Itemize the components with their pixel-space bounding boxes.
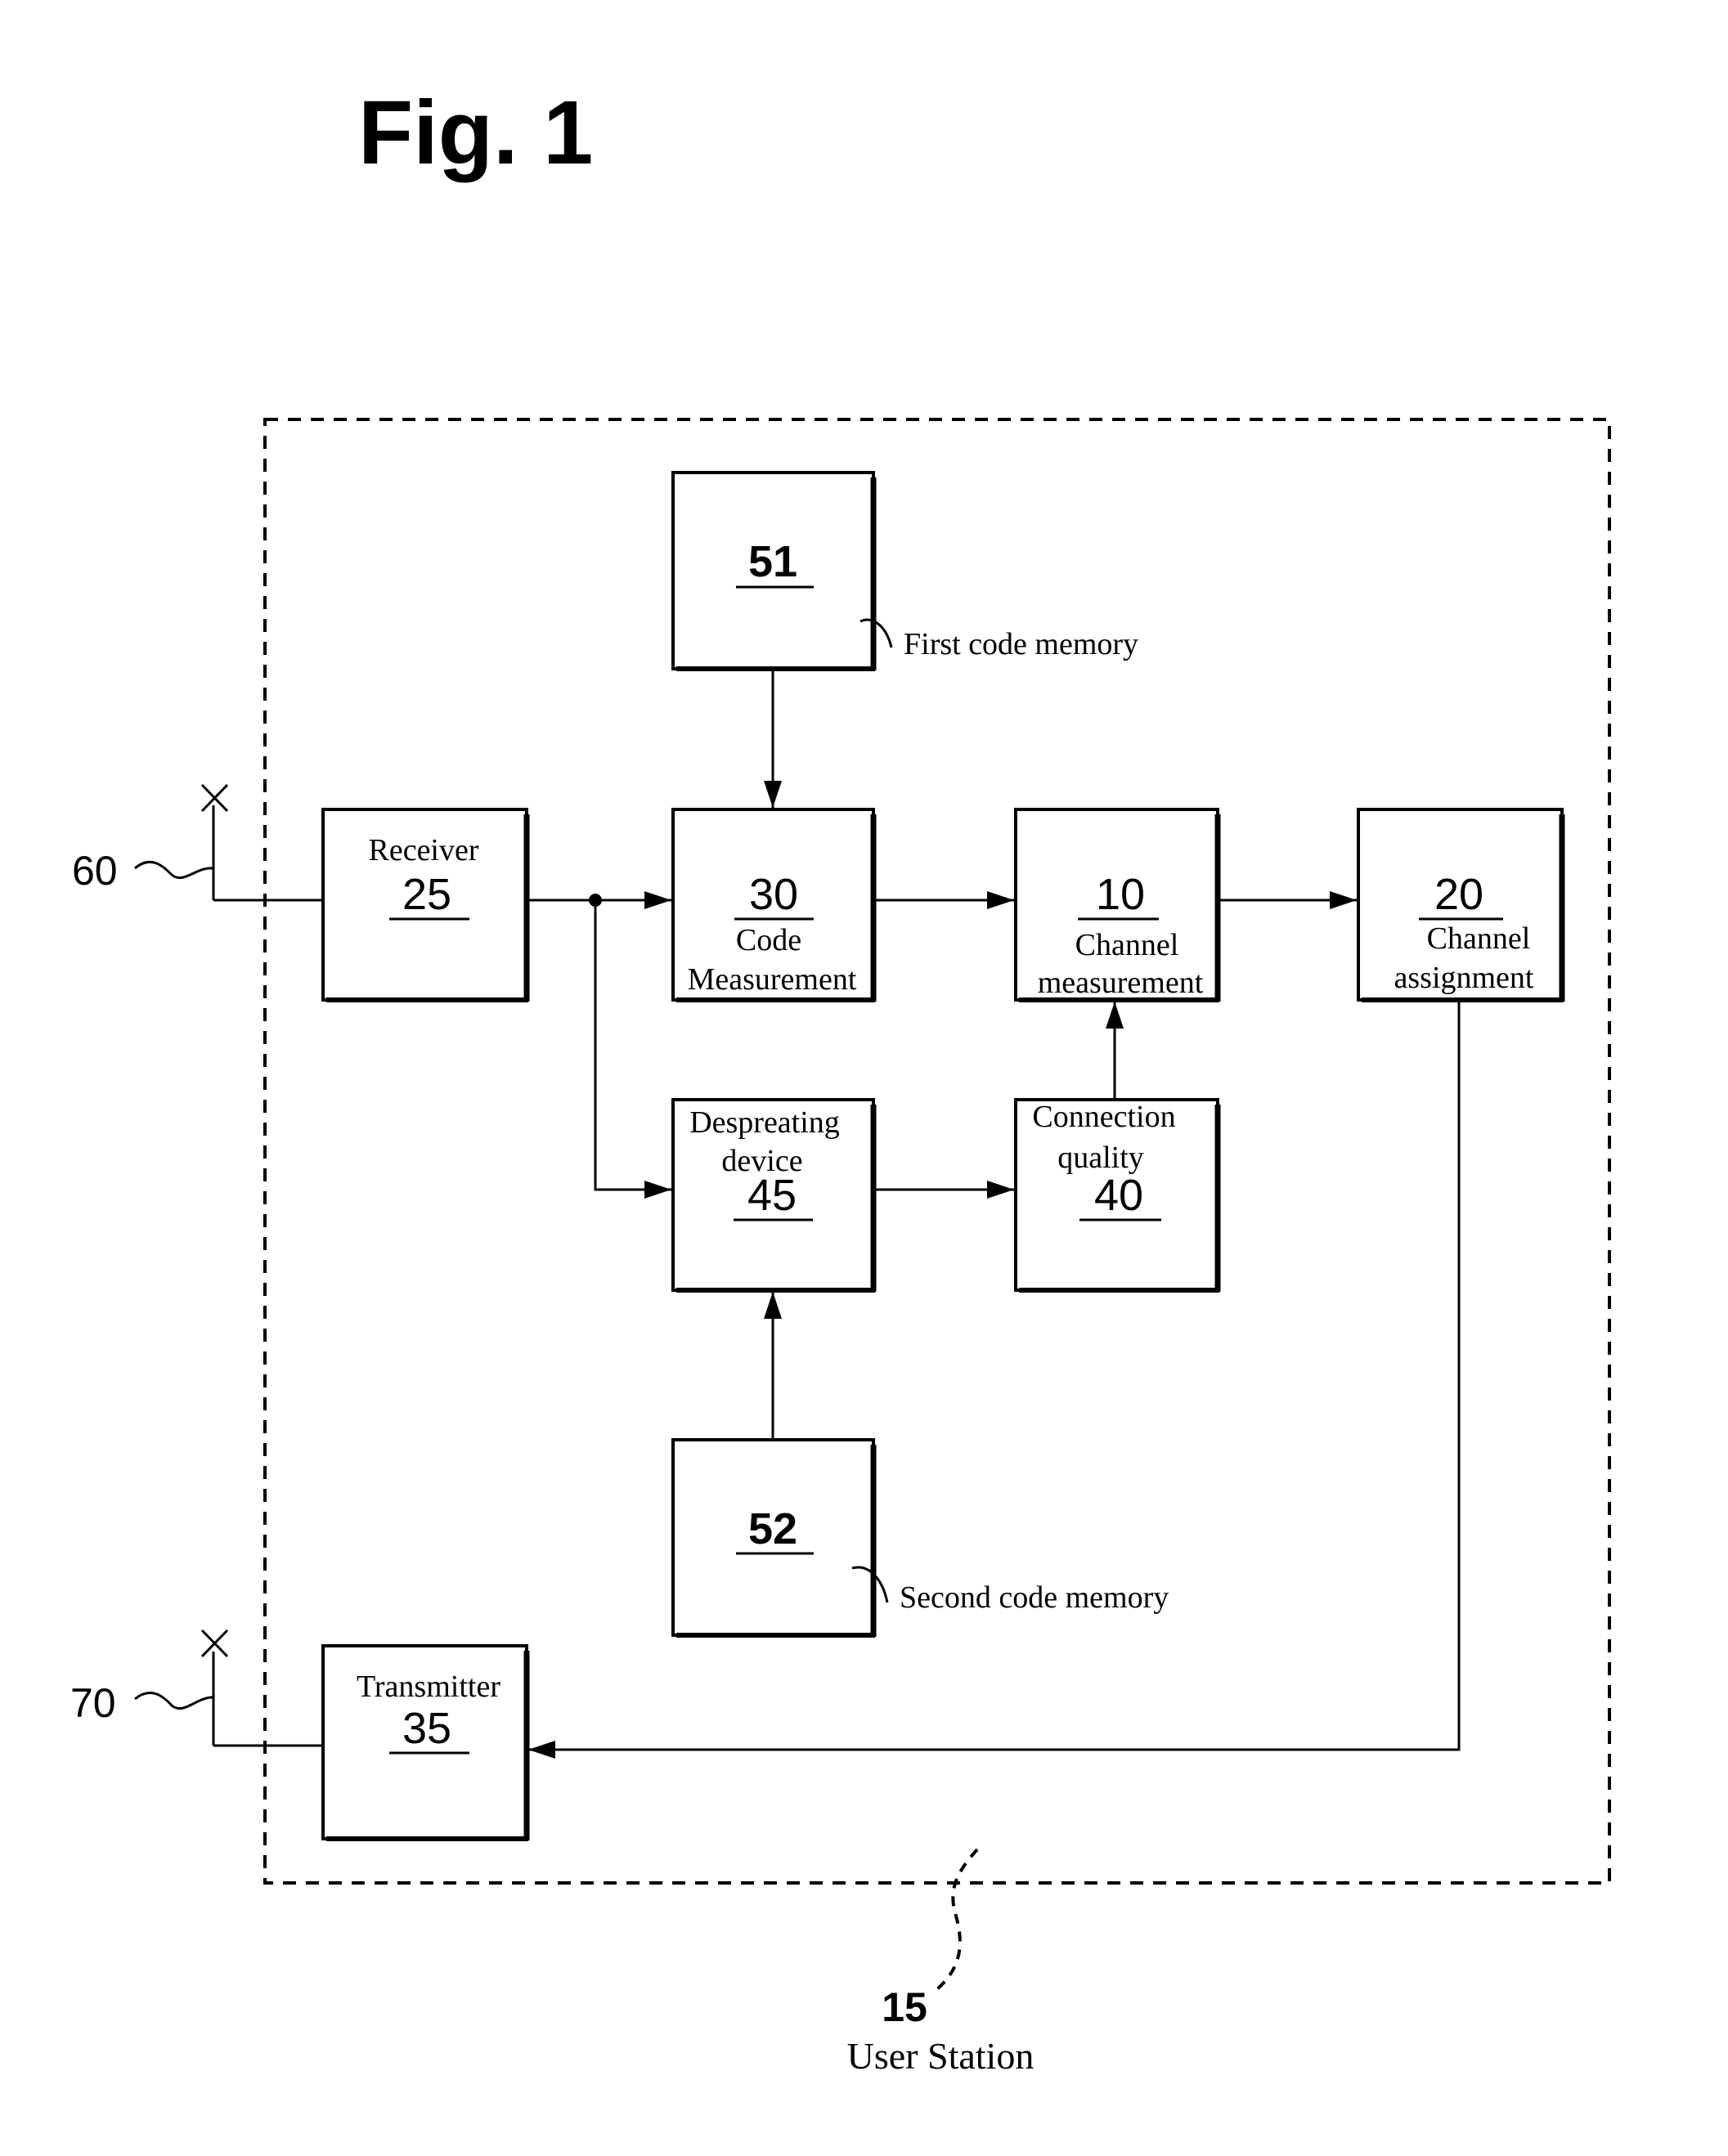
callout-first-code-memory: First code memory: [904, 627, 1138, 661]
receive-antenna: [200, 783, 323, 902]
block-transmitter[interactable]: Transmitter 35: [321, 1644, 530, 1841]
leader-15: [931, 1848, 979, 1995]
block-label-receiver: Receiver: [368, 833, 478, 867]
block-label-code: Code: [736, 923, 801, 957]
block-channel-assignment[interactable]: 20 Channel assignment: [1357, 808, 1565, 1002]
block-ref-25: 25: [402, 870, 451, 919]
callout-second-code-memory: Second code memory: [900, 1580, 1169, 1615]
block-label-assignment: assignment: [1394, 961, 1534, 995]
connector-receiver-despreading: [594, 900, 671, 1199]
block-ref-40: 40: [1094, 1171, 1143, 1220]
antenna-ref-60: 60: [72, 848, 118, 894]
block-label-connection: Connection: [1032, 1100, 1175, 1134]
block-ref-51: 51: [748, 537, 797, 586]
leader-60: [134, 860, 213, 880]
figure-title: Fig. 1: [358, 83, 593, 183]
block-despreading-device[interactable]: Despreating device 45: [671, 1098, 877, 1293]
enclosure-ref-15: 15: [882, 1984, 927, 2030]
block-label-despreating: Despreating: [689, 1105, 840, 1140]
block-channel-measurement[interactable]: 10 Channel measurement: [1014, 808, 1221, 1002]
block-label-measurement: Measurement: [688, 962, 857, 997]
block-diagram: Fig. 1 51 First code memory Receiver 25 …: [70, 83, 1611, 2077]
block-ref-35: 35: [402, 1704, 451, 1753]
block-label-transmitter: Transmitter: [357, 1670, 500, 1704]
leader-70: [134, 1692, 213, 1710]
block-ref-45: 45: [747, 1171, 797, 1220]
block-label-channel: Channel: [1427, 921, 1531, 956]
enclosure-label: User Station: [847, 2035, 1035, 2077]
block-receiver[interactable]: Receiver 25: [321, 808, 530, 1002]
block-label-quality: quality: [1057, 1141, 1144, 1175]
block-ref-20: 20: [1434, 870, 1483, 919]
block-code-measurement[interactable]: 30 Code Measurement: [671, 808, 877, 1002]
connector-channel-assignment-transmitter: [528, 1000, 1461, 1759]
transmit-antenna: [200, 1629, 323, 1747]
block-ref-52: 52: [748, 1504, 797, 1553]
antenna-ref-70: 70: [70, 1680, 116, 1726]
block-label-measurement: measurement: [1038, 966, 1204, 1000]
block-ref-10: 10: [1096, 870, 1145, 919]
block-first-code-memory[interactable]: 51: [671, 471, 877, 671]
block-connection-quality[interactable]: Connection quality 40: [1014, 1098, 1221, 1293]
block-second-code-memory[interactable]: 52: [671, 1438, 877, 1638]
block-ref-30: 30: [749, 870, 798, 919]
block-label-channel: Channel: [1075, 928, 1179, 962]
